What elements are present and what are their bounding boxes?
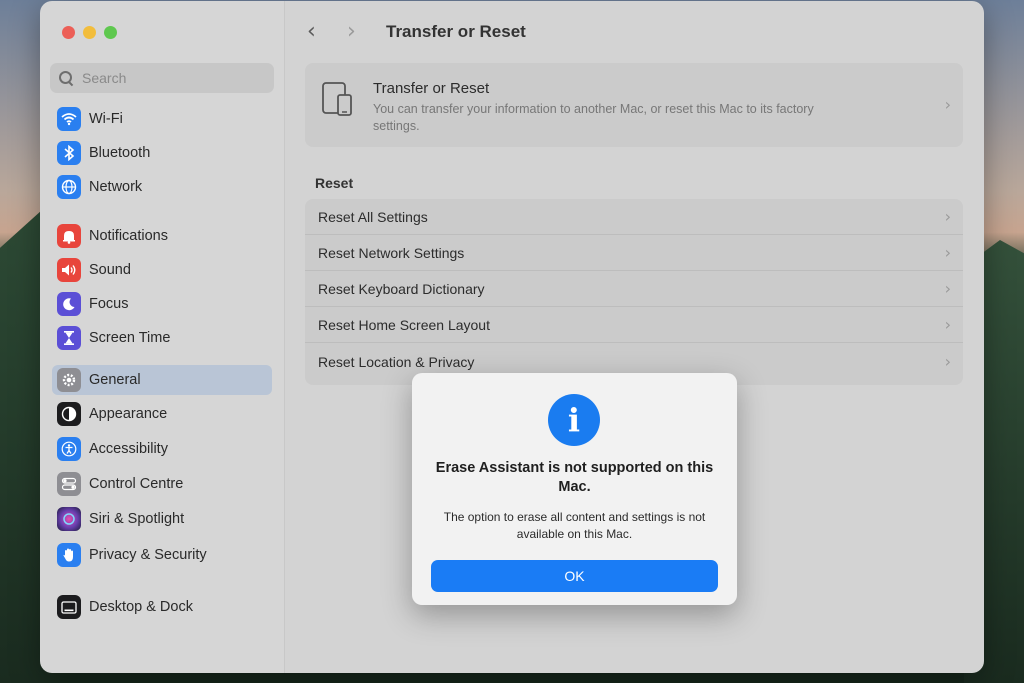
- card-title: Transfer or Reset: [373, 80, 490, 97]
- sidebar-item-label: General: [89, 372, 141, 388]
- sidebar-item-label: Wi-Fi: [89, 111, 123, 127]
- sidebar-item-desktop-dock[interactable]: Desktop & Dock: [52, 592, 272, 622]
- sidebar-item-focus[interactable]: Focus: [52, 289, 272, 319]
- control-centre-icon: [57, 472, 81, 496]
- sidebar-item-label: Notifications: [89, 228, 168, 244]
- hand-icon: [57, 543, 81, 567]
- back-button[interactable]: ‹: [307, 19, 316, 44]
- traffic-lights: [62, 26, 117, 39]
- reset-row-network-settings[interactable]: Reset Network Settings ›: [305, 235, 963, 271]
- bell-icon: [57, 224, 81, 248]
- ok-button[interactable]: OK: [431, 560, 718, 592]
- reset-options-list: Reset All Settings › Reset Network Setti…: [305, 199, 963, 385]
- row-label: Reset Keyboard Dictionary: [318, 280, 485, 297]
- sidebar-item-wifi[interactable]: Wi-Fi: [52, 104, 272, 134]
- section-heading-reset: Reset: [315, 175, 354, 191]
- globe-icon: [57, 175, 81, 199]
- accessibility-icon: [57, 437, 81, 461]
- devices-icon: [321, 81, 355, 119]
- appearance-icon: [57, 402, 81, 426]
- sidebar-item-label: Control Centre: [89, 476, 184, 492]
- reset-row-all-settings[interactable]: Reset All Settings ›: [305, 199, 963, 235]
- sidebar-item-label: Siri & Spotlight: [89, 511, 185, 527]
- zoom-window-button[interactable]: [104, 26, 117, 39]
- sidebar-item-control-centre[interactable]: Control Centre: [52, 469, 272, 499]
- row-label: Reset All Settings: [318, 208, 428, 225]
- dialog-message: The option to erase all content and sett…: [443, 510, 706, 541]
- chevron-right-icon: ›: [944, 243, 951, 262]
- reset-row-home-screen-layout[interactable]: Reset Home Screen Layout ›: [305, 307, 963, 343]
- gear-icon: [57, 368, 81, 392]
- forward-button[interactable]: ›: [347, 19, 356, 44]
- alert-dialog: i Erase Assistant is not supported on th…: [412, 373, 737, 605]
- bluetooth-icon: [57, 141, 81, 165]
- sidebar-item-label: Network: [89, 179, 143, 195]
- sidebar-item-sound[interactable]: Sound: [52, 255, 272, 285]
- reset-row-keyboard-dictionary[interactable]: Reset Keyboard Dictionary ›: [305, 271, 963, 307]
- sidebar-item-label: Bluetooth: [89, 145, 151, 161]
- transfer-reset-card[interactable]: Transfer or Reset You can transfer your …: [305, 63, 963, 147]
- row-label: Reset Network Settings: [318, 244, 465, 261]
- moon-icon: [57, 292, 81, 316]
- chevron-right-icon: ›: [944, 352, 951, 371]
- sidebar-item-label: Privacy & Security: [89, 547, 207, 563]
- row-label: Reset Location & Privacy: [318, 354, 475, 370]
- sidebar-item-bluetooth[interactable]: Bluetooth: [52, 138, 272, 168]
- card-description: You can transfer your information to ano…: [373, 102, 814, 133]
- info-icon: i: [548, 394, 600, 446]
- sidebar-item-siri-spotlight[interactable]: Siri & Spotlight: [52, 504, 272, 534]
- page-title: Transfer or Reset: [386, 22, 526, 41]
- sidebar-item-notifications[interactable]: Notifications: [52, 221, 272, 251]
- dialog-title: Erase Assistant is not supported on this…: [435, 460, 714, 495]
- hourglass-icon: [57, 326, 81, 350]
- minimize-window-button[interactable]: [83, 26, 96, 39]
- chevron-right-icon: ›: [944, 207, 951, 226]
- sidebar-item-label: Screen Time: [89, 330, 171, 346]
- row-label: Reset Home Screen Layout: [318, 316, 490, 333]
- sidebar-item-general[interactable]: General: [52, 365, 272, 395]
- chevron-right-icon: ›: [944, 315, 951, 334]
- sidebar-item-label: Appearance: [89, 406, 168, 422]
- sidebar-item-appearance[interactable]: Appearance: [52, 399, 272, 429]
- close-window-button[interactable]: [62, 26, 75, 39]
- sidebar-item-privacy-security[interactable]: Privacy & Security: [52, 540, 272, 570]
- sidebar-item-label: Accessibility: [89, 441, 168, 457]
- sidebar-item-screen-time[interactable]: Screen Time: [52, 323, 272, 353]
- siri-icon: [57, 507, 81, 531]
- chevron-right-icon: ›: [944, 279, 951, 298]
- sidebar-item-label: Desktop & Dock: [89, 599, 193, 615]
- search-icon: [58, 70, 74, 86]
- desktop-icon: [57, 595, 81, 619]
- sidebar-item-label: Sound: [89, 262, 131, 278]
- sidebar-item-network[interactable]: Network: [52, 172, 272, 202]
- sidebar: Wi-Fi Bluetooth Network Notifications So…: [40, 1, 285, 673]
- search-field[interactable]: [50, 63, 274, 93]
- sidebar-item-accessibility[interactable]: Accessibility: [52, 434, 272, 464]
- chevron-right-icon: ›: [944, 95, 951, 114]
- search-input[interactable]: [82, 70, 262, 86]
- sidebar-item-label: Focus: [89, 296, 129, 312]
- speaker-icon: [57, 258, 81, 282]
- wifi-icon: [57, 107, 81, 131]
